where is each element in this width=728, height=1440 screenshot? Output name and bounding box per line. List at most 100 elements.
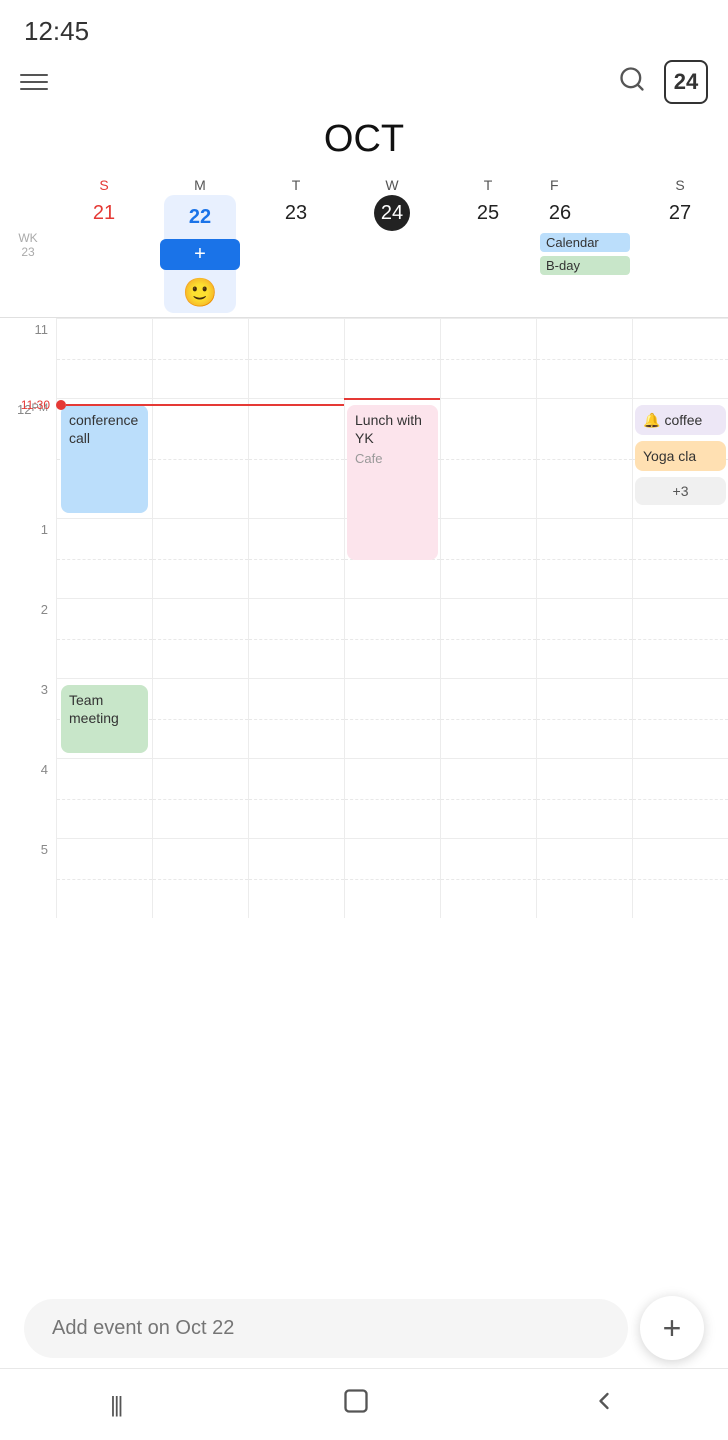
time-label-4: 4 xyxy=(0,758,56,838)
event-yoga[interactable]: Yoga cla xyxy=(635,441,726,471)
cell-12-thu[interactable] xyxy=(440,398,536,518)
hour-row-2: 2 xyxy=(0,598,728,678)
day-header-wed[interactable]: W 24 xyxy=(344,173,440,317)
time-label-12: 12PM xyxy=(0,398,56,518)
calendar-grid-scroll[interactable]: 11 11:30 12PM xyxy=(0,318,728,1078)
bell-icon: 🔔 xyxy=(643,411,660,429)
add-event-input[interactable] xyxy=(24,1299,628,1358)
cell-11-tue[interactable] xyxy=(248,318,344,398)
cell-4-tue[interactable] xyxy=(248,758,344,838)
more-events-label: +3 xyxy=(673,482,689,500)
cell-3-mon[interactable] xyxy=(152,678,248,758)
cell-1-sat[interactable] xyxy=(632,518,728,598)
cell-11-thu[interactable] xyxy=(440,318,536,398)
cell-2-sat[interactable] xyxy=(632,598,728,678)
grid-container: 11 11:30 12PM xyxy=(0,318,728,918)
cell-3-thu[interactable] xyxy=(440,678,536,758)
event-lunch-yk[interactable]: Lunch with YK Cafe xyxy=(347,405,438,560)
cell-3-sat[interactable] xyxy=(632,678,728,758)
cell-5-fri[interactable] xyxy=(536,838,632,918)
cell-11-sat[interactable] xyxy=(632,318,728,398)
cell-4-fri[interactable] xyxy=(536,758,632,838)
cell-2-wed[interactable] xyxy=(344,598,440,678)
time-line-fri xyxy=(440,398,536,412)
cell-4-sun[interactable] xyxy=(56,758,152,838)
event-more[interactable]: +3 xyxy=(635,477,726,505)
nav-home-button[interactable] xyxy=(342,1387,370,1422)
day-letter-sat: S xyxy=(675,177,684,193)
event-title-conference: conference call xyxy=(69,412,138,446)
cell-4-mon[interactable] xyxy=(152,758,248,838)
cell-1-sun[interactable] xyxy=(56,518,152,598)
cell-3-sun[interactable]: Team meeting xyxy=(56,678,152,758)
day-number-25: 25 xyxy=(470,195,506,231)
current-time-label: 11:30 xyxy=(0,398,56,412)
cell-2-thu[interactable] xyxy=(440,598,536,678)
event-title-lunch: Lunch with YK xyxy=(355,411,430,447)
cell-4-wed[interactable] xyxy=(344,758,440,838)
cell-12-wed[interactable]: Lunch with YK Cafe xyxy=(344,398,440,518)
cell-12-sun[interactable]: conference call xyxy=(56,398,152,518)
day-header-tue[interactable]: T 23 xyxy=(248,173,344,317)
cell-1-thu[interactable] xyxy=(440,518,536,598)
cell-2-mon[interactable] xyxy=(152,598,248,678)
cell-2-tue[interactable] xyxy=(248,598,344,678)
cell-12-fri[interactable] xyxy=(536,398,632,518)
day-number-24: 24 xyxy=(374,195,410,231)
cell-1-mon[interactable] xyxy=(152,518,248,598)
nav-back-button[interactable] xyxy=(590,1387,618,1422)
day-header-thu[interactable]: T 25 xyxy=(440,173,536,317)
cell-5-wed[interactable] xyxy=(344,838,440,918)
add-event-header-button[interactable]: + xyxy=(160,239,240,270)
day-header-mon[interactable]: M 22 + 🙂 xyxy=(152,173,248,317)
cell-5-mon[interactable] xyxy=(152,838,248,918)
calendar-badge: Calendar xyxy=(540,233,630,252)
menu-button[interactable] xyxy=(20,74,48,90)
day-number-26: 26 xyxy=(542,195,578,231)
hour-row-11: 11 xyxy=(0,318,728,398)
cell-5-sun[interactable] xyxy=(56,838,152,918)
today-badge[interactable]: 24 xyxy=(664,60,708,104)
day-letter-tue: T xyxy=(292,177,301,193)
cell-12-mon[interactable] xyxy=(152,398,248,518)
event-subtitle-lunch: Cafe xyxy=(355,451,430,468)
cell-3-tue[interactable] xyxy=(248,678,344,758)
event-coffee[interactable]: 🔔 coffee xyxy=(635,405,726,435)
day-letter-wed: W xyxy=(385,177,398,193)
nav-recent-button[interactable]: ||| xyxy=(110,1392,121,1418)
event-conference-call[interactable]: conference call xyxy=(61,405,148,513)
cell-4-thu[interactable] xyxy=(440,758,536,838)
cell-11-fri[interactable] xyxy=(536,318,632,398)
week-header: WK23 S 21 M 22 + 🙂 T 23 W 24 T 25 F 26 C… xyxy=(0,173,728,318)
cell-11-sun[interactable] xyxy=(56,318,152,398)
cell-5-tue[interactable] xyxy=(248,838,344,918)
cell-12-tue[interactable] xyxy=(248,398,344,518)
day-header-sat[interactable]: S 27 xyxy=(632,173,728,317)
month-title: OCT xyxy=(0,114,728,173)
event-title-team: Team meeting xyxy=(69,692,119,726)
add-event-fab-button[interactable]: + xyxy=(640,1296,704,1360)
time-line-sat xyxy=(536,398,632,412)
cell-11-mon[interactable] xyxy=(152,318,248,398)
hour-row-5: 5 xyxy=(0,838,728,918)
nav-bar: ||| xyxy=(0,1368,728,1440)
cell-4-sat[interactable] xyxy=(632,758,728,838)
cell-3-fri[interactable] xyxy=(536,678,632,758)
cell-1-tue[interactable] xyxy=(248,518,344,598)
cell-11-wed[interactable] xyxy=(344,318,440,398)
cell-12-sat[interactable]: 🔔 coffee Yoga cla +3 xyxy=(632,398,728,518)
add-event-bar: + xyxy=(24,1296,704,1360)
cell-5-thu[interactable] xyxy=(440,838,536,918)
cell-3-wed[interactable] xyxy=(344,678,440,758)
event-team-meeting[interactable]: Team meeting xyxy=(61,685,148,753)
cell-1-fri[interactable] xyxy=(536,518,632,598)
day-header-fri[interactable]: F 26 Calendar B-day xyxy=(536,173,632,317)
time-label-2: 2 xyxy=(0,598,56,678)
search-button[interactable] xyxy=(618,65,646,100)
week-label: WK23 xyxy=(0,173,56,317)
cell-2-fri[interactable] xyxy=(536,598,632,678)
event-title-coffee: coffee xyxy=(664,411,702,429)
cell-2-sun[interactable] xyxy=(56,598,152,678)
cell-5-sat[interactable] xyxy=(632,838,728,918)
day-header-sun[interactable]: S 21 xyxy=(56,173,152,317)
